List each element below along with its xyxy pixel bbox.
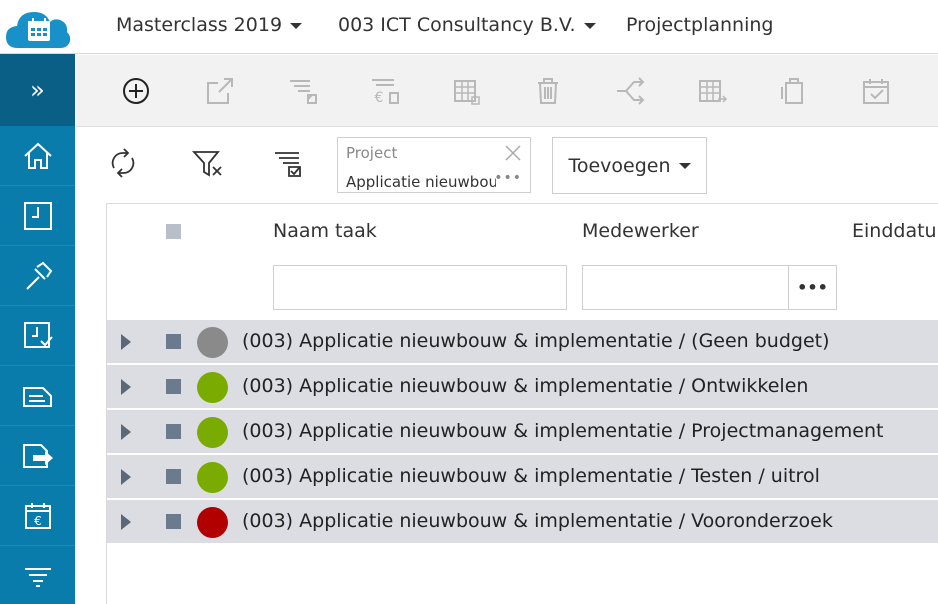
table-row[interactable]: (003) Applicatie nieuwbouw & implementat…: [107, 500, 938, 544]
status-dot: [197, 327, 228, 358]
invoice-send-icon: [22, 443, 53, 468]
naam-taak-filter-input[interactable]: [273, 265, 567, 310]
expand-icon[interactable]: [121, 379, 131, 395]
sidebar-item-hammer[interactable]: [0, 246, 75, 306]
row-checkbox[interactable]: [166, 334, 181, 349]
project-filter-more-button[interactable]: •••: [494, 170, 522, 186]
close-icon[interactable]: [504, 144, 522, 162]
add-button[interactable]: [118, 73, 154, 109]
status-dot: [197, 507, 228, 538]
company-menu[interactable]: 003 ICT Consultancy B.V.: [338, 14, 596, 36]
calendar-move-button[interactable]: [694, 73, 730, 109]
sidebar-toggle-button[interactable]: »: [0, 54, 75, 126]
row-checkbox[interactable]: [166, 379, 181, 394]
chevron-down-icon: [583, 22, 596, 29]
sidebar-item-invoices[interactable]: [0, 366, 75, 426]
clipboard-copy-icon: [781, 78, 803, 104]
calendar-grid-icon: [454, 80, 480, 105]
calendar-arrow-icon: [699, 80, 728, 103]
export-costs-button[interactable]: €: [366, 73, 402, 109]
row-task-name: (003) Applicatie nieuwbouw & implementat…: [242, 510, 833, 532]
trash-icon: [538, 78, 558, 104]
column-header-naam-taak[interactable]: Naam taak: [273, 220, 377, 242]
calendar-check-icon: [863, 79, 889, 104]
masterclass-menu[interactable]: Masterclass 2019: [116, 14, 303, 36]
column-header-einddatum[interactable]: Einddatum: [852, 220, 938, 242]
company-menu-label: 003 ICT Consultancy B.V.: [338, 14, 576, 36]
sidebar-item-home[interactable]: [0, 126, 75, 186]
expand-icon[interactable]: [121, 514, 131, 530]
status-dot: [197, 462, 228, 493]
calendar-euro-icon: €: [24, 502, 51, 529]
refresh-button[interactable]: [105, 145, 141, 181]
row-task-name: (003) Applicatie nieuwbouw & implementat…: [242, 420, 884, 442]
table-row[interactable]: (003) Applicatie nieuwbouw & implementat…: [107, 410, 938, 454]
list-export-icon: [290, 80, 317, 104]
top-bar: Masterclass 2019 003 ICT Consultancy B.V…: [0, 0, 938, 54]
chevron-down-icon: [290, 22, 303, 29]
home-icon: [23, 142, 52, 169]
medewerker-filter-input[interactable]: [582, 265, 789, 310]
delete-button[interactable]: [530, 73, 566, 109]
chevron-down-icon: [678, 162, 691, 169]
open-external-button[interactable]: [202, 73, 238, 109]
project-filter-label: Project: [346, 144, 398, 162]
invoice-icon: [22, 386, 52, 407]
column-settings-button[interactable]: [269, 145, 305, 181]
export-list-button[interactable]: [284, 73, 320, 109]
external-link-icon: [207, 78, 233, 104]
refresh-icon: [111, 148, 135, 178]
euro-export-icon: €: [372, 79, 399, 106]
list-check-icon: [275, 152, 301, 177]
select-all-checkbox[interactable]: [166, 224, 181, 239]
split-button[interactable]: [612, 73, 648, 109]
filter-clear-icon: [191, 151, 222, 177]
hammer-icon: [25, 261, 52, 290]
section-title[interactable]: Projectplanning: [626, 14, 773, 36]
expand-icon[interactable]: [121, 334, 131, 350]
status-dot: [197, 372, 228, 403]
sidebar-item-budget-calendar[interactable]: €: [0, 486, 75, 546]
calendar-edit-button[interactable]: [448, 73, 484, 109]
project-filter-value: Applicatie nieuwbouw & implementatie: [346, 173, 496, 191]
sidebar-item-timesheet[interactable]: [0, 306, 75, 366]
sidebar-item-calendar[interactable]: [0, 186, 75, 246]
sidebar-item-filter-settings[interactable]: [0, 546, 75, 604]
split-arrows-icon: [617, 77, 645, 105]
toevoegen-label: Toevoegen: [568, 154, 671, 177]
filter-settings-icon: [24, 567, 51, 587]
table-row[interactable]: (003) Applicatie nieuwbouw & implementat…: [107, 455, 938, 499]
approve-button[interactable]: [858, 73, 894, 109]
row-checkbox[interactable]: [166, 469, 181, 484]
sidebar: » €: [0, 54, 75, 604]
expand-icon[interactable]: [121, 424, 131, 440]
column-header-medewerker[interactable]: Medewerker: [582, 220, 699, 242]
toolbar: €: [76, 55, 938, 127]
row-task-name: (003) Applicatie nieuwbouw & implementat…: [242, 375, 809, 397]
project-filter-chip[interactable]: Project Applicatie nieuwbouw & implement…: [337, 137, 531, 193]
table-row[interactable]: (003) Applicatie nieuwbouw & implementat…: [107, 365, 938, 409]
row-checkbox[interactable]: [166, 424, 181, 439]
svg-text:€: €: [375, 90, 384, 106]
plus-circle-icon: [123, 78, 149, 104]
svg-text:€: €: [34, 514, 42, 528]
table-row[interactable]: (003) Applicatie nieuwbouw & implementat…: [107, 320, 938, 364]
masterclass-menu-label: Masterclass 2019: [116, 14, 283, 36]
medewerker-filter-more-button[interactable]: •••: [788, 265, 837, 310]
timesheet-approve-icon: [23, 321, 53, 348]
toevoegen-dropdown-button[interactable]: Toevoegen: [552, 137, 707, 194]
copy-button[interactable]: [776, 73, 812, 109]
row-task-name: (003) Applicatie nieuwbouw & implementat…: [242, 330, 830, 352]
sidebar-item-invoice-send[interactable]: [0, 426, 75, 486]
row-checkbox[interactable]: [166, 514, 181, 529]
expand-icon[interactable]: [121, 469, 131, 485]
app-logo-cloud-calendar-icon[interactable]: [4, 6, 72, 50]
clear-filter-button[interactable]: [189, 145, 225, 181]
task-grid: Naam taak Medewerker Einddatum ••• (003)…: [106, 203, 938, 604]
row-task-name: (003) Applicatie nieuwbouw & implementat…: [242, 465, 820, 487]
status-dot: [197, 417, 228, 448]
calendar-icon: [23, 201, 52, 230]
